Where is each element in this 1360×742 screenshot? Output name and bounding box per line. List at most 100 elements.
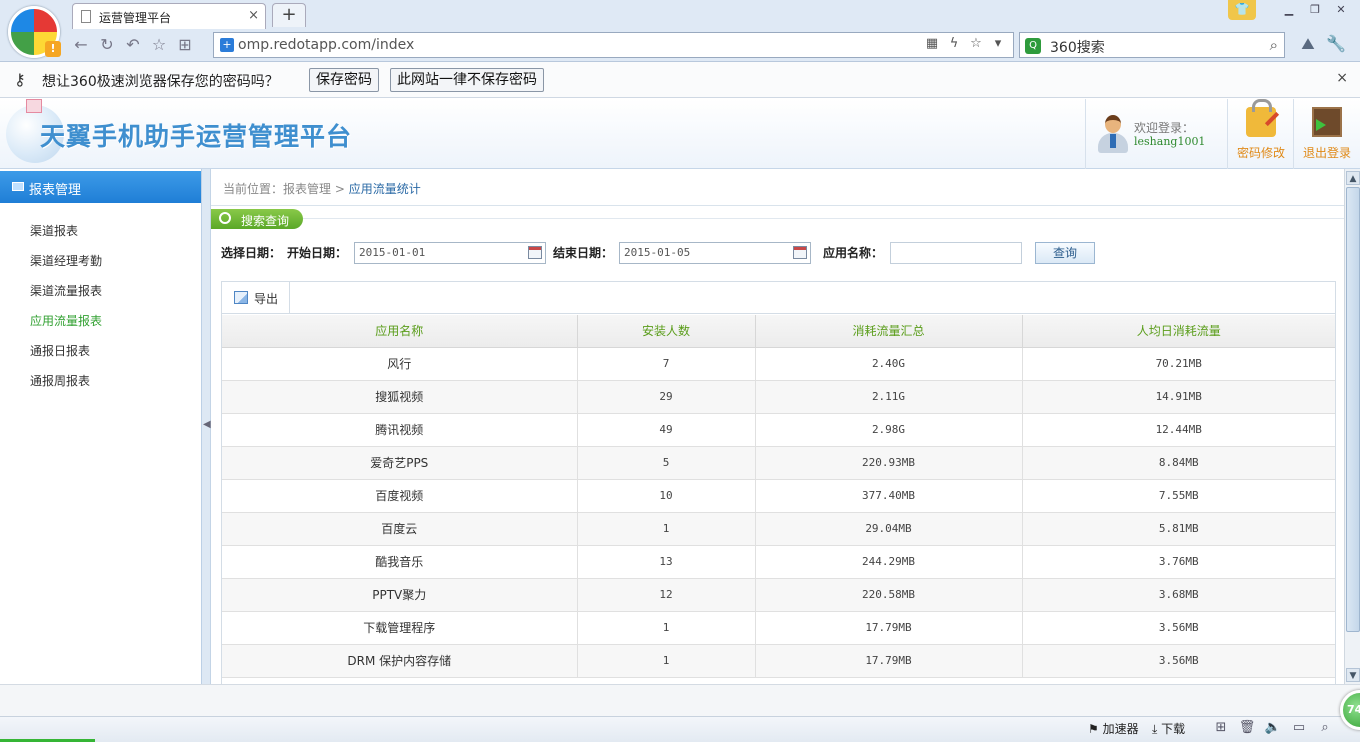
zoom-icon[interactable]: ⌕ — [1312, 720, 1338, 735]
table-cell: 220.58MB — [755, 578, 1023, 612]
calendar-icon[interactable] — [793, 246, 807, 259]
table-cell: 1 — [577, 611, 756, 645]
query-button[interactable]: 查询 — [1035, 242, 1095, 264]
screenshot-icon[interactable]: ⊞ — [1208, 720, 1234, 735]
table-row[interactable]: 百度视频 10 377.40MB 7.55MB — [222, 479, 1335, 513]
column-header[interactable]: 消耗流量汇总 — [755, 315, 1023, 348]
table-cell: 377.40MB — [755, 479, 1023, 513]
table-cell: 腾讯视频 — [222, 413, 578, 447]
bookmark-star-icon[interactable]: ☆ — [965, 36, 987, 51]
key-icon: ⚷ — [14, 70, 26, 89]
browser-tab[interactable]: 运营管理平台 × — [72, 3, 266, 29]
breadcrumb-separator: > — [334, 182, 345, 196]
status-bar: ⚑ 加速器 ⤓ 下载 ⊞ 🗑 🔈 ▭ ⌕ — [0, 716, 1360, 742]
search-engine-icon[interactable]: Q — [1025, 38, 1041, 54]
search-section-tab: 搜索查询 — [211, 209, 303, 229]
app-name-input[interactable] — [890, 242, 1022, 264]
change-password-label: 密码修改 — [1236, 146, 1285, 160]
exit-door-icon — [1312, 107, 1342, 137]
apps-grid-icon[interactable]: ⊞ — [172, 33, 198, 57]
table-header-row: 应用名称 安装人数 消耗流量汇总 人均日消耗流量 — [222, 315, 1335, 348]
logout-label: 退出登录 — [1302, 146, 1351, 160]
undo-close-icon[interactable]: ↶ — [120, 33, 146, 57]
change-password-button[interactable]: 密码修改 — [1227, 99, 1293, 169]
extension-icon[interactable]: ⛰ — [1294, 34, 1322, 54]
minimize-icon[interactable]: ▁ — [1276, 3, 1302, 19]
app-name-label: 应用名称： — [823, 246, 884, 260]
skin-icon[interactable]: 👕 — [1228, 0, 1256, 20]
table-row[interactable]: DRM 保护内容存储 1 17.79MB 3.56MB — [222, 644, 1335, 678]
table-row[interactable]: 风行 7 2.40G 70.21MB — [222, 347, 1335, 381]
table-row[interactable]: 酷我音乐 13 244.29MB 3.76MB — [222, 545, 1335, 579]
table-row[interactable]: 百度云 1 29.04MB 5.81MB — [222, 512, 1335, 546]
never-save-password-button[interactable]: 此网站一律不保存密码 — [390, 68, 544, 92]
breadcrumb-current: 应用流量统计 — [348, 182, 421, 196]
sidebar-item[interactable]: 通报日报表 — [0, 336, 201, 366]
new-tab-button[interactable]: + — [272, 3, 306, 27]
download-button[interactable]: ⤓ 下载 — [1152, 720, 1185, 737]
table-row[interactable]: 爱奇艺PPS 5 220.93MB 8.84MB — [222, 446, 1335, 480]
table-cell: 17.79MB — [755, 644, 1023, 678]
start-date-input[interactable]: 2015-01-01 — [354, 242, 546, 264]
logout-button[interactable]: 退出登录 — [1293, 99, 1359, 169]
refresh-icon[interactable]: ↻ — [94, 33, 120, 57]
table-cell: 49 — [577, 413, 756, 447]
sidebar-header[interactable]: 报表管理 — [0, 171, 201, 203]
maximize-icon[interactable]: ❐ — [1302, 3, 1328, 19]
sidebar-item[interactable]: 渠道经理考勤 — [0, 246, 201, 276]
table-cell: 1 — [577, 512, 756, 546]
table-cell: 风行 — [222, 347, 578, 381]
qr-code-icon[interactable]: ▦ — [921, 36, 943, 51]
browser-logo[interactable]: ! — [8, 6, 61, 58]
table-row[interactable]: 腾讯视频 49 2.98G 12.44MB — [222, 413, 1335, 447]
settings-wrench-icon[interactable]: 🔧 — [1322, 34, 1350, 53]
table-cell: 百度云 — [222, 512, 578, 546]
export-button[interactable]: 导出 — [222, 282, 290, 314]
table-row[interactable]: PPTV聚力 12 220.58MB 3.68MB — [222, 578, 1335, 612]
close-prompt-icon[interactable]: × — [1336, 70, 1348, 86]
favorite-star-icon[interactable]: ☆ — [146, 33, 172, 57]
save-password-button[interactable]: 保存密码 — [309, 68, 379, 92]
trash-icon[interactable]: 🗑 — [1234, 720, 1260, 735]
dropdown-arrow-icon[interactable]: ▾ — [987, 36, 1009, 51]
scroll-down-icon[interactable]: ▼ — [1346, 668, 1360, 682]
sidebar-item[interactable]: 渠道报表 — [0, 216, 201, 246]
address-url[interactable]: omp.redotapp.com/index — [238, 37, 414, 53]
column-header[interactable]: 人均日消耗流量 — [1022, 315, 1335, 348]
table-cell: 2.98G — [755, 413, 1023, 447]
column-header[interactable]: 安装人数 — [577, 315, 756, 348]
collapse-arrow-icon[interactable]: ◀ — [203, 419, 211, 430]
sidebar-item[interactable]: 渠道流量报表 — [0, 276, 201, 306]
table-cell: 搜狐视频 — [222, 380, 578, 414]
table-row[interactable]: 搜狐视频 29 2.11G 14.91MB — [222, 380, 1335, 414]
username: leshang1001 — [1134, 135, 1206, 148]
breadcrumb: 当前位置：报表管理 > 应用流量统计 — [223, 180, 421, 197]
accelerator-button[interactable]: ⚑ 加速器 — [1088, 720, 1139, 737]
table-cell: 12.44MB — [1022, 413, 1335, 447]
window-icon[interactable]: ▭ — [1286, 720, 1312, 735]
table-cell: 2.11G — [755, 380, 1023, 414]
close-window-icon[interactable]: ✕ — [1328, 3, 1354, 19]
back-icon[interactable]: ← — [68, 33, 94, 57]
sidebar-item[interactable]: 通报周报表 — [0, 366, 201, 396]
search-box[interactable]: Q 360搜索 ⌕ — [1019, 32, 1285, 58]
sidebar-splitter[interactable]: ◀ — [202, 169, 211, 684]
start-date-value: 2015-01-01 — [359, 246, 426, 259]
table-cell: 8.84MB — [1022, 446, 1335, 480]
column-header[interactable]: 应用名称 — [222, 315, 578, 348]
search-icon[interactable]: ⌕ — [1270, 36, 1278, 54]
vertical-scrollbar[interactable]: ▲ ▼ — [1344, 169, 1360, 684]
sidebar-item[interactable]: 应用流量报表 — [0, 306, 201, 336]
table-row[interactable]: 下载管理程序 1 17.79MB 3.56MB — [222, 611, 1335, 645]
volume-icon[interactable]: 🔈 — [1260, 720, 1286, 735]
tab-close-icon[interactable]: × — [248, 8, 259, 23]
end-date-input[interactable]: 2015-01-05 — [619, 242, 811, 264]
table-cell: 2.40G — [755, 347, 1023, 381]
scroll-thumb[interactable] — [1346, 187, 1360, 632]
lightning-icon[interactable]: ϟ — [943, 36, 965, 51]
calendar-icon[interactable] — [528, 246, 542, 259]
scroll-up-icon[interactable]: ▲ — [1346, 171, 1360, 185]
table-cell: 3.56MB — [1022, 611, 1335, 645]
accelerator-label: 加速器 — [1102, 722, 1139, 736]
address-bar[interactable]: + omp.redotapp.com/index ▦ ϟ ☆ ▾ — [213, 32, 1014, 58]
